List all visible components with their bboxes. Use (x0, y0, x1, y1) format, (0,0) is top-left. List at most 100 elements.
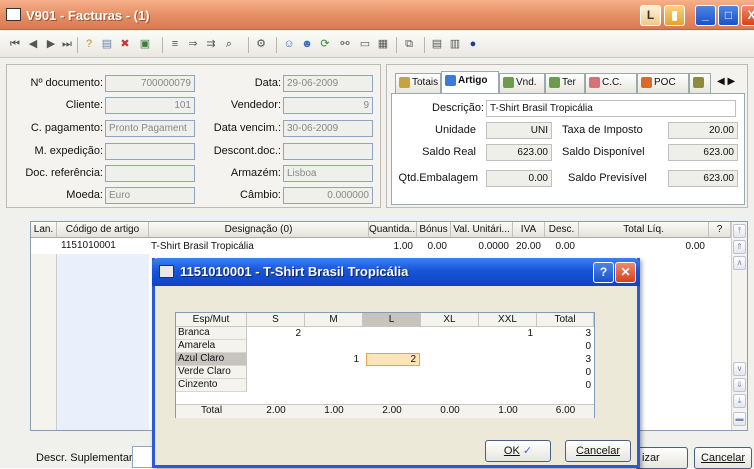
close-button[interactable]: X (741, 5, 754, 26)
col-xxl[interactable]: XXL (479, 313, 537, 327)
supplementary-description-label: Descr. Suplementar: (36, 452, 136, 464)
scroll-down-button[interactable]: ∨ (733, 362, 746, 376)
finalize-button[interactable]: izar (636, 447, 688, 469)
info-icon[interactable]: ● (466, 37, 480, 51)
client-label: Cliente: (65, 99, 103, 111)
link-icon[interactable]: ⚯ (338, 37, 352, 51)
due-date-field[interactable]: 30-06-2009 (283, 120, 373, 137)
row-desc[interactable]: 0.00 (545, 241, 575, 252)
tools-icon[interactable]: ⚙ (254, 37, 268, 51)
checkmark-icon: ✓ (522, 445, 533, 457)
row-cinzento[interactable]: Cinzento (176, 379, 247, 392)
row-designacao[interactable]: T-Shirt Brasil Tropicália (151, 241, 254, 252)
find-icon[interactable]: ⌕ (222, 37, 236, 51)
date-field[interactable]: 29-06-2009 (283, 75, 373, 92)
grand-total: 6.00 (555, 405, 576, 416)
unit-label: Unidade (435, 124, 476, 136)
row-amarela[interactable]: Amarela (176, 340, 247, 353)
grid-view-icon[interactable]: ▤ (430, 37, 444, 51)
table-row[interactable]: 1151010001 T-Shirt Brasil Tropicália 1.0… (31, 239, 731, 253)
scroll-page-down-button[interactable]: ⇓ (733, 378, 746, 392)
ok-button[interactable]: OK ✓ (485, 440, 551, 462)
row-codigo[interactable]: 1151010001 (61, 240, 116, 251)
col-total[interactable]: Total Líq. (579, 222, 709, 238)
row-verde-claro[interactable]: Verde Claro (176, 366, 247, 379)
tab-cc[interactable]: C.C. (585, 73, 637, 93)
cell-azul-l[interactable]: 2 (366, 353, 420, 366)
tab-ter[interactable]: Ter (545, 73, 585, 93)
warehouse-field[interactable]: Lisboa (283, 165, 373, 182)
tab-poc[interactable]: POC (637, 73, 689, 93)
discount-field[interactable] (283, 143, 373, 160)
tab-vnd[interactable]: Vnd. (499, 73, 545, 93)
col-desc[interactable]: Desc. (545, 222, 579, 238)
scroll-bottom-button[interactable]: ⤓ (733, 394, 746, 408)
col-quantidade[interactable]: Quantida... (369, 222, 417, 238)
vertical-scrollbar[interactable]: ⤒ ⇑ ∧ ∨ ⇓ ⤓ ▬ (731, 222, 747, 430)
col-m[interactable]: M (305, 313, 363, 327)
folder-icon[interactable]: ▭ (358, 37, 372, 51)
help-icon[interactable]: ? (82, 37, 96, 51)
row-branca[interactable]: Branca (176, 327, 247, 340)
dialog-close-button[interactable]: ✕ (615, 262, 636, 283)
row-iva[interactable]: 20.00 (513, 241, 541, 252)
table-view-icon[interactable]: ▥ (448, 37, 462, 51)
seller-field[interactable]: 9 (283, 97, 373, 114)
row-bonus[interactable]: 0.00 (417, 241, 447, 252)
col-bonus[interactable]: Bónus (417, 222, 451, 238)
window-icon[interactable]: ⧉ (402, 37, 416, 51)
cell-azul-m[interactable]: 1 (305, 354, 359, 366)
panel-toggle-button[interactable]: ▮ (664, 5, 685, 26)
cell-branca-xxl[interactable]: 1 (479, 328, 533, 340)
row-valor[interactable]: 0.0000 (451, 241, 509, 252)
doc-number-field[interactable]: 700000079 (105, 75, 195, 92)
minimize-button[interactable]: _ (695, 5, 716, 26)
col-codigo[interactable]: Código de artigo (57, 222, 149, 238)
payment-field[interactable]: Pronto Pagament (105, 120, 195, 137)
format-icon[interactable]: ≡ (168, 37, 182, 51)
previous-record-icon[interactable]: ◀ (26, 37, 40, 51)
col-designacao[interactable]: Designação (0) (149, 222, 369, 238)
tab-totais[interactable]: Totais (395, 73, 441, 93)
scroll-page-up-button[interactable]: ⇑ (733, 240, 746, 254)
col-s[interactable]: S (247, 313, 305, 327)
col-valor[interactable]: Val. Unitári... (451, 222, 513, 238)
tab-more[interactable] (689, 73, 711, 93)
new-document-icon[interactable]: ▤ (100, 37, 114, 51)
reference-field[interactable] (105, 165, 195, 182)
row-quantidade[interactable]: 1.00 (369, 241, 413, 252)
customer-icon[interactable]: ☺ (282, 37, 296, 51)
next-record-icon[interactable]: ▶ (44, 37, 58, 51)
dialog-cancel-button[interactable]: Cancelar (565, 440, 631, 462)
cell-branca-s[interactable]: 2 (247, 328, 301, 340)
shipping-field[interactable] (105, 143, 195, 160)
cancel-button[interactable]: Cancelar (694, 447, 752, 469)
col-iva[interactable]: IVA (513, 222, 545, 238)
l-button[interactable]: L (640, 5, 661, 26)
col-help[interactable]: ? (709, 222, 731, 238)
tab-scroll-arrows[interactable]: ◀ ▶ (713, 73, 745, 93)
scroll-top-button[interactable]: ⤒ (733, 224, 746, 238)
refresh-icon[interactable]: ⟳ (318, 37, 332, 51)
print-icon[interactable]: ▣ (138, 37, 152, 51)
col-lan[interactable]: Lan. (31, 222, 57, 238)
last-record-icon[interactable]: ⏭ (60, 37, 74, 51)
delete-icon[interactable]: ✖ (118, 37, 132, 51)
tab-artigo[interactable]: Artigo (441, 71, 499, 93)
first-record-icon[interactable]: ⏮ (8, 37, 22, 51)
maximize-button[interactable]: □ (718, 5, 739, 26)
import-icon[interactable]: ⇉ (204, 37, 218, 51)
col-xl[interactable]: XL (421, 313, 479, 327)
client-field[interactable]: 101 (105, 97, 195, 114)
exchange-field[interactable]: 0.000000 (283, 187, 373, 204)
col-l[interactable]: L (363, 313, 421, 327)
users-icon[interactable]: ☻ (300, 37, 314, 51)
scroll-end-button[interactable]: ▬ (733, 412, 746, 426)
export-icon[interactable]: ⇒ (186, 37, 200, 51)
scroll-up-button[interactable]: ∧ (733, 256, 746, 270)
dialog-help-button[interactable]: ? (593, 262, 614, 283)
row-azul-claro[interactable]: Azul Claro (176, 353, 247, 366)
calendar-icon[interactable]: ▦ (376, 37, 390, 51)
currency-field[interactable]: Euro (105, 187, 195, 204)
row-total[interactable]: 0.00 (579, 241, 705, 252)
